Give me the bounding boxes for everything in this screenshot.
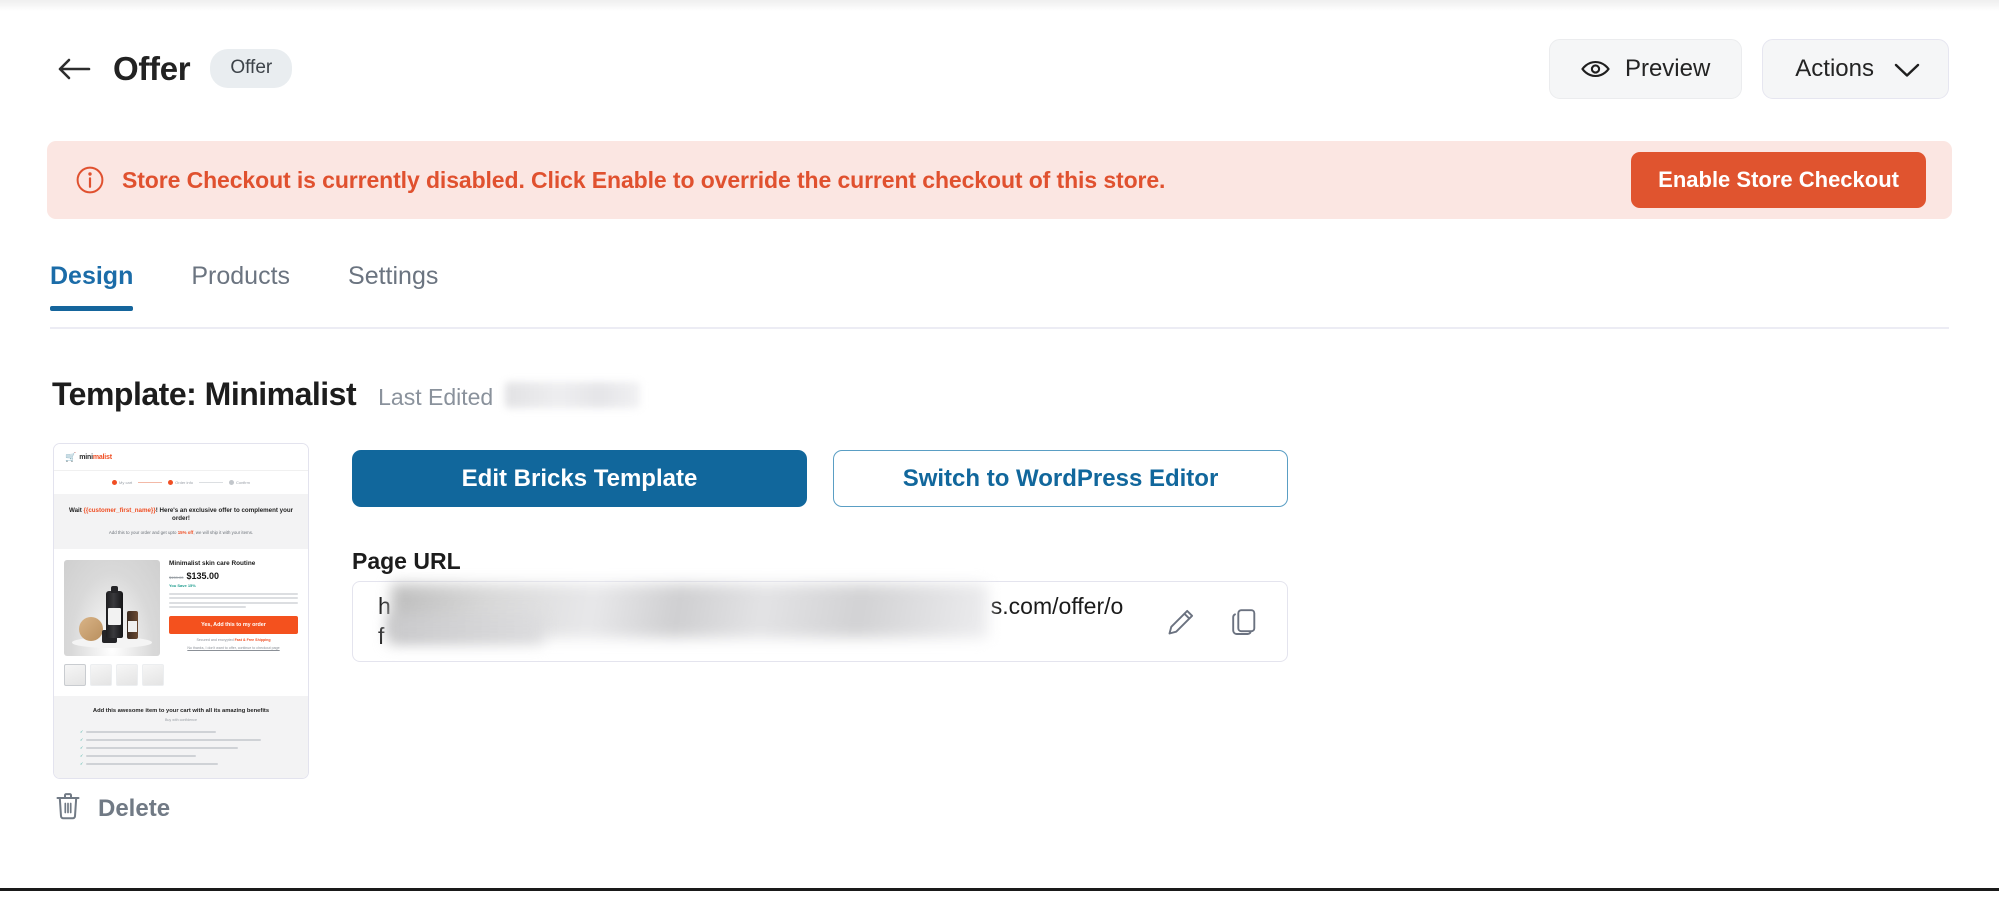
benefits-sub: Buy with confidence: [165, 717, 197, 722]
tabs-divider: [50, 327, 1949, 329]
header-left-group: Offer Offer: [53, 48, 293, 90]
tab-settings[interactable]: Settings: [348, 262, 438, 311]
actions-button[interactable]: Actions: [1762, 38, 1949, 99]
alert-message: Store Checkout is currently disabled. Cl…: [122, 166, 1166, 193]
step-3: Confirm: [228, 480, 250, 485]
thumbnail-logo-bar: 🛒 minimalist: [54, 444, 308, 470]
thumbnail-hero-heading: Wait {{customer_first_name}}! Here's an …: [68, 507, 294, 523]
thumbnail-logo-text: minimalist: [79, 453, 112, 461]
preview-button[interactable]: Preview: [1548, 38, 1743, 99]
step-dot-icon: [228, 480, 234, 485]
preview-button-label: Preview: [1624, 54, 1711, 82]
benefit-item: ✓: [80, 736, 296, 742]
product-description: [169, 592, 298, 609]
switch-to-wordpress-editor-button[interactable]: Switch to WordPress Editor: [833, 450, 1288, 507]
enable-store-checkout-button[interactable]: Enable Store Checkout: [1631, 152, 1926, 208]
product-guarantee: Secured and encrypted Fast & Free Shippi…: [196, 638, 271, 643]
store-checkout-alert: Store Checkout is currently disabled. Cl…: [47, 141, 1952, 219]
step-connector: [198, 482, 223, 483]
gallery-thumb: [90, 663, 112, 686]
benefit-item: ✓: [80, 760, 296, 766]
thumbnail-checkout-steps: My cart Order info Confirm: [54, 470, 308, 494]
page-title: Offer: [113, 49, 191, 87]
step-dot-icon: [112, 480, 118, 485]
benefit-item: ✓: [80, 728, 296, 734]
eye-icon: [1581, 59, 1610, 79]
page-header: Offer Offer Preview Actions: [0, 11, 1999, 126]
product-title: Minimalist skin care Routine: [169, 559, 256, 567]
page-url-redaction-2: [388, 613, 543, 644]
copy-icon[interactable]: [1229, 607, 1259, 637]
template-heading-row: Template: Minimalist Last Edited: [52, 376, 641, 413]
benefits-list: ✓ ✓ ✓ ✓ ✓: [66, 728, 296, 766]
thumbnail-hero-sub: Add this to your order and get upto 15% …: [108, 529, 254, 535]
last-edited-value-redacted: [505, 382, 641, 408]
product-dropper: [127, 610, 138, 639]
window-top-strip: [0, 0, 1999, 11]
template-preview-thumbnail[interactable]: 🛒 minimalist My cart Order info Confirm …: [53, 443, 309, 779]
tabs-list: Design Products Settings: [50, 262, 1999, 311]
thumbnail-product-block: Minimalist skin care Routine $159.00 $13…: [54, 548, 308, 664]
product-image: [64, 559, 160, 656]
product-cta-button: Yes, Add this to my order: [169, 616, 298, 635]
benefit-item: ✓: [80, 752, 296, 758]
product-pump: [111, 585, 118, 593]
info-circle-icon: [75, 165, 105, 195]
page-url-label: Page URL: [352, 548, 461, 574]
product-save-text: You Save 15%: [169, 582, 196, 588]
step-1: My cart: [112, 480, 132, 485]
status-badge: Offer: [210, 49, 293, 88]
step-connector: [138, 482, 163, 483]
cart-icon: 🛒: [65, 451, 77, 462]
product-price-old: $159.00: [169, 574, 184, 580]
page-url-value: h s.com/offer/o f: [378, 583, 1123, 652]
product-bottle: [106, 590, 123, 638]
edit-bricks-template-button[interactable]: Edit Bricks Template: [352, 450, 807, 507]
gallery-thumb: [64, 663, 86, 686]
trash-icon: [55, 792, 81, 825]
product-price-row: $159.00 $135.00: [169, 571, 298, 581]
actions-button-label: Actions: [1795, 54, 1874, 82]
product-decline-link: No thanks, I don't want to offer, contin…: [187, 646, 280, 651]
step-dot-icon: [168, 480, 174, 485]
last-edited-label: Last Edited: [378, 384, 494, 410]
thumbnail-hero: Wait {{customer_first_name}}! Here's an …: [54, 494, 308, 549]
header-actions-group: Preview Actions: [1548, 38, 1949, 99]
product-price-new: $135.00: [186, 570, 220, 581]
chevron-down-icon: [1894, 63, 1920, 78]
page-url-actions: [1166, 607, 1259, 637]
gallery-thumb: [142, 663, 164, 686]
benefit-item: ✓: [80, 744, 296, 750]
check-icon: ✓: [80, 736, 84, 742]
thumbnail-benefits-block: Add this awesome item to your cart with …: [54, 695, 308, 778]
bottom-border: [0, 888, 1999, 891]
product-gallery-thumbs: [54, 663, 308, 696]
check-icon: ✓: [80, 728, 84, 734]
page-url-field[interactable]: h s.com/offer/o f: [352, 581, 1288, 662]
tab-products[interactable]: Products: [191, 262, 290, 311]
gallery-thumb: [116, 663, 138, 686]
thumbnail-product-info: Minimalist skin care Routine $159.00 $13…: [169, 560, 298, 656]
tabs-bar: Design Products Settings: [0, 262, 1999, 311]
product-disc: [79, 616, 103, 641]
delete-template-button[interactable]: Delete: [55, 792, 170, 825]
tab-design[interactable]: Design: [50, 262, 134, 311]
check-icon: ✓: [80, 752, 84, 758]
step-2: Order info: [168, 480, 193, 485]
check-icon: ✓: [80, 744, 84, 750]
template-name: Template: Minimalist: [52, 376, 357, 412]
benefits-heading: Add this awesome item to your cart with …: [92, 707, 270, 714]
pencil-icon[interactable]: [1166, 607, 1196, 637]
check-icon: ✓: [80, 760, 84, 766]
delete-label: Delete: [98, 794, 171, 822]
arrow-left-icon[interactable]: [53, 48, 95, 90]
